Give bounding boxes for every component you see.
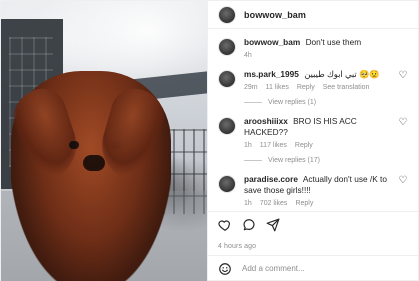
comment-time: 29m <box>244 84 258 91</box>
comment-content: arooshiiixx BRO IS HIS ACC HACKED?? 1h 1… <box>244 116 390 165</box>
avatar[interactable] <box>218 117 236 135</box>
see-translation-link[interactable]: See translation <box>323 83 370 92</box>
heart-icon[interactable]: ♡ <box>398 176 408 186</box>
comment-row: paradise.core Actually don't use /K to s… <box>218 174 408 208</box>
avatar[interactable] <box>218 38 236 56</box>
comment-meta: 4h <box>244 51 408 60</box>
comment-time: 1h <box>244 200 252 207</box>
comment-input[interactable] <box>240 263 408 275</box>
comment-line: ms.park_1995 تبي ابوك طيبين 🥺😟 <box>244 69 390 80</box>
comment-line: bowwow_bam Don't use them <box>244 37 408 48</box>
comment-content: ms.park_1995 تبي ابوك طيبين 🥺😟 29m 11 li… <box>244 69 390 107</box>
avatar[interactable] <box>218 175 236 193</box>
dog <box>11 71 171 281</box>
dog-nose <box>83 155 105 171</box>
dog-eye-right <box>111 141 121 149</box>
comment-text: تبي ابوك طيبين 🥺😟 <box>304 69 380 79</box>
view-replies-label[interactable]: View replies (1) <box>268 98 316 107</box>
comment-row: bowwow_bam Don't use them 4h <box>218 37 408 60</box>
post-username[interactable]: bowwow_bam <box>244 10 306 20</box>
post-actions <box>208 210 418 238</box>
comment-username[interactable]: paradise.core <box>244 174 298 184</box>
view-replies[interactable]: View replies (1) <box>244 98 390 107</box>
avatar[interactable] <box>218 70 236 88</box>
add-comment-bar <box>208 254 418 281</box>
post-container: bowwow_bam bowwow_bam Don't use them 4h <box>0 0 419 281</box>
comment-icon[interactable] <box>242 218 256 232</box>
comment-meta: 29m 11 likes Reply See translation <box>244 83 390 92</box>
reply-button[interactable]: Reply <box>295 199 313 208</box>
avatar[interactable] <box>218 5 236 24</box>
comment-line: arooshiiixx BRO IS HIS ACC HACKED?? <box>244 116 390 138</box>
post-side-panel: bowwow_bam bowwow_bam Don't use them 4h <box>207 1 418 281</box>
comment-username[interactable]: ms.park_1995 <box>244 69 299 79</box>
comment-meta: 1h 117 likes Reply <box>244 141 390 150</box>
comment-meta: 1h 702 likes Reply <box>244 199 390 208</box>
view-replies-label[interactable]: View replies (17) <box>268 156 320 165</box>
comment-content: paradise.core Actually don't use /K to s… <box>244 174 390 208</box>
comments-section: bowwow_bam Don't use them 4h ms.park_199… <box>208 29 418 211</box>
comment-line: paradise.core Actually don't use /K to s… <box>244 174 390 196</box>
comment-username[interactable]: bowwow_bam <box>244 37 300 47</box>
post-timestamp: 4 hours ago <box>218 242 257 250</box>
view-replies-dash <box>244 102 262 103</box>
reply-button[interactable]: Reply <box>297 83 315 92</box>
comment-row: arooshiiixx BRO IS HIS ACC HACKED?? 1h 1… <box>218 116 408 165</box>
comment-time: 1h <box>244 142 252 149</box>
view-replies-dash <box>244 160 262 161</box>
post-image <box>1 1 207 281</box>
comment-content: bowwow_bam Don't use them 4h <box>244 37 408 60</box>
emoji-icon[interactable] <box>218 262 232 276</box>
post-header: bowwow_bam <box>208 1 418 29</box>
view-replies[interactable]: View replies (17) <box>244 156 390 165</box>
share-icon[interactable] <box>266 218 280 232</box>
heart-icon[interactable]: ♡ <box>398 71 408 81</box>
comment-username[interactable]: arooshiiixx <box>244 116 288 126</box>
comment-likes[interactable]: 117 likes <box>260 141 287 150</box>
comment-text: Don't use them <box>305 37 362 47</box>
reply-button[interactable]: Reply <box>295 141 313 150</box>
heart-icon[interactable]: ♡ <box>398 118 408 128</box>
comment-likes[interactable]: 11 likes <box>266 83 289 92</box>
comment-row: ms.park_1995 تبي ابوك طيبين 🥺😟 29m 11 li… <box>218 69 408 107</box>
comment-likes[interactable]: 702 likes <box>260 199 288 208</box>
dog-eye-left <box>69 141 79 149</box>
comment-time: 4h <box>244 52 252 59</box>
heart-icon[interactable] <box>218 218 232 232</box>
